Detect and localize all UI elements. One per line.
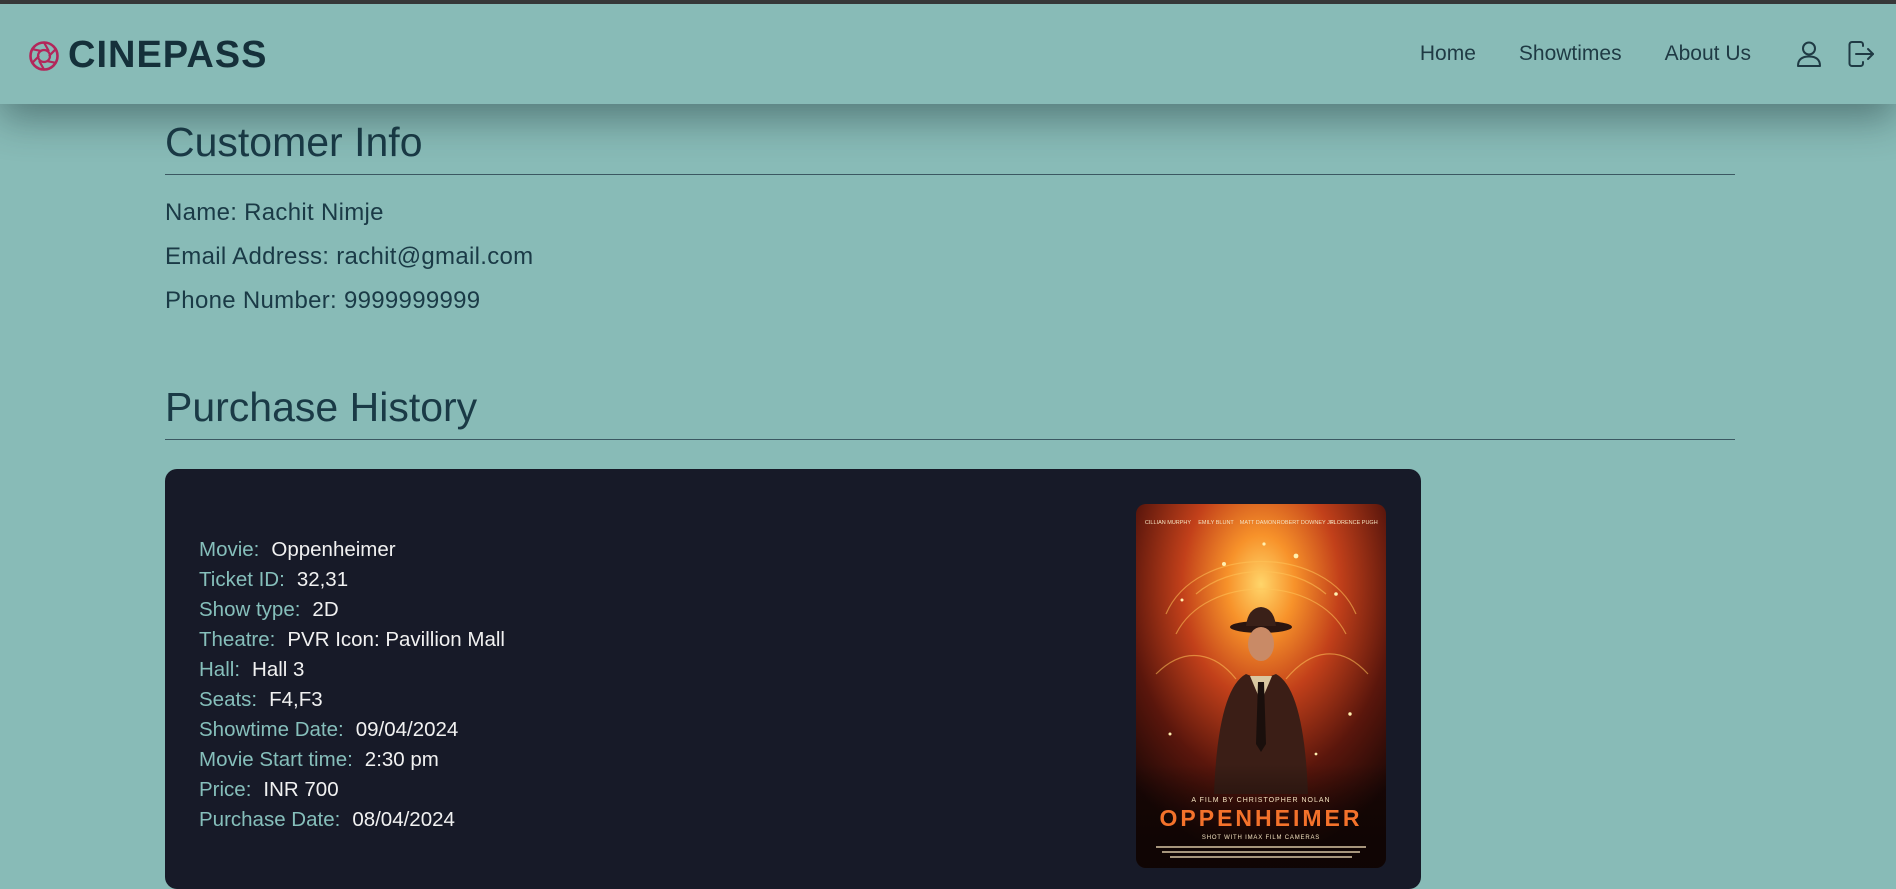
ticket-field-seats: Seats: F4,F3 — [199, 685, 505, 715]
field-label: Showtime Date: — [199, 718, 344, 741]
aperture-icon — [28, 40, 60, 72]
ticket-field-theatre: Theatre: PVR Icon: Pavillion Mall — [199, 625, 505, 655]
ticket-field-price: Price: INR 700 — [199, 775, 505, 805]
nav-links: Home Showtimes About Us — [1420, 4, 1896, 104]
field-value: F4,F3 — [269, 688, 323, 711]
field-label: Ticket ID: — [199, 568, 285, 591]
poster-credit: MATT DAMON — [1240, 520, 1276, 526]
field-label: Price: — [199, 778, 252, 801]
poster-credit: CILLIAN MURPHY — [1145, 520, 1191, 526]
nav-about-link[interactable]: About Us — [1665, 42, 1751, 66]
field-value: INR 700 — [263, 778, 339, 801]
nav-home-link[interactable]: Home — [1420, 42, 1476, 66]
field-value: 09/04/2024 — [355, 718, 459, 741]
field-label: Seats: — [199, 688, 258, 711]
field-label: Movie: — [199, 538, 260, 561]
field-label: Purchase Date: — [199, 808, 341, 831]
customer-info: Name: Rachit Nimje Email Address: rachit… — [165, 191, 1735, 323]
navbar: CINEPASS Home Showtimes About Us — [0, 4, 1896, 104]
purchase-history-title: Purchase History — [165, 387, 1735, 440]
field-value: 2:30 pm — [364, 748, 439, 771]
field-label: Movie Start time: — [199, 748, 353, 771]
poster-credit: FLORENCE PUGH — [1330, 520, 1377, 526]
ticket-field-hall: Hall: Hall 3 — [199, 655, 505, 685]
field-label: Theatre: — [199, 628, 276, 651]
customer-name: Name: Rachit Nimje — [165, 199, 384, 226]
poster-tagline: A FILM BY CHRISTOPHER NOLAN — [1191, 797, 1330, 804]
ticket-field-showtime-date: Showtime Date: 09/04/2024 — [199, 715, 505, 745]
logout-icon[interactable] — [1846, 39, 1876, 69]
poster-title: OPPENHEIMER — [1160, 805, 1363, 831]
field-value: 08/04/2024 — [352, 808, 455, 831]
field-label: Show type: — [199, 598, 301, 621]
poster-credit: EMILY BLUNT — [1198, 520, 1234, 526]
field-value: PVR Icon: Pavillion Mall — [287, 628, 505, 651]
movie-poster: CILLIAN MURPHY EMILY BLUNT MATT DAMON RO… — [1136, 504, 1386, 868]
brand[interactable]: CINEPASS — [28, 34, 267, 77]
field-value: Oppenheimer — [271, 538, 396, 561]
field-value: 2D — [312, 598, 339, 621]
poster-subtitle: SHOT WITH IMAX FILM CAMERAS — [1202, 835, 1320, 841]
main-content: Customer Info Name: Rachit Nimje Email A… — [165, 104, 1735, 889]
field-value: Hall 3 — [252, 658, 305, 681]
customer-email: Email Address: rachit@gmail.com — [165, 243, 534, 270]
ticket-field-movie: Movie: Oppenheimer — [199, 535, 505, 565]
ticket-field-start-time: Movie Start time: 2:30 pm — [199, 745, 505, 775]
field-label: Hall: — [199, 658, 241, 681]
poster-credit: ROBERT DOWNEY JR. — [1277, 520, 1336, 526]
brand-name: CINEPASS — [68, 34, 268, 76]
ticket-card: Movie: Oppenheimer Ticket ID: 32,31 Show t… — [165, 469, 1421, 889]
customer-info-title: Customer Info — [165, 122, 1735, 175]
user-icon[interactable] — [1794, 39, 1824, 69]
ticket-field-show-type: Show type: 2D — [199, 595, 505, 625]
ticket-details: Movie: Oppenheimer Ticket ID: 32,31 Show t… — [199, 535, 505, 835]
field-value: 32,31 — [296, 568, 349, 591]
ticket-field-ticket-id: Ticket ID: 32,31 — [199, 565, 505, 595]
ticket-field-purchase-date: Purchase Date: 08/04/2024 — [199, 805, 505, 835]
customer-phone: Phone Number: 9999999999 — [165, 287, 481, 314]
nav-showtimes-link[interactable]: Showtimes — [1519, 42, 1622, 66]
